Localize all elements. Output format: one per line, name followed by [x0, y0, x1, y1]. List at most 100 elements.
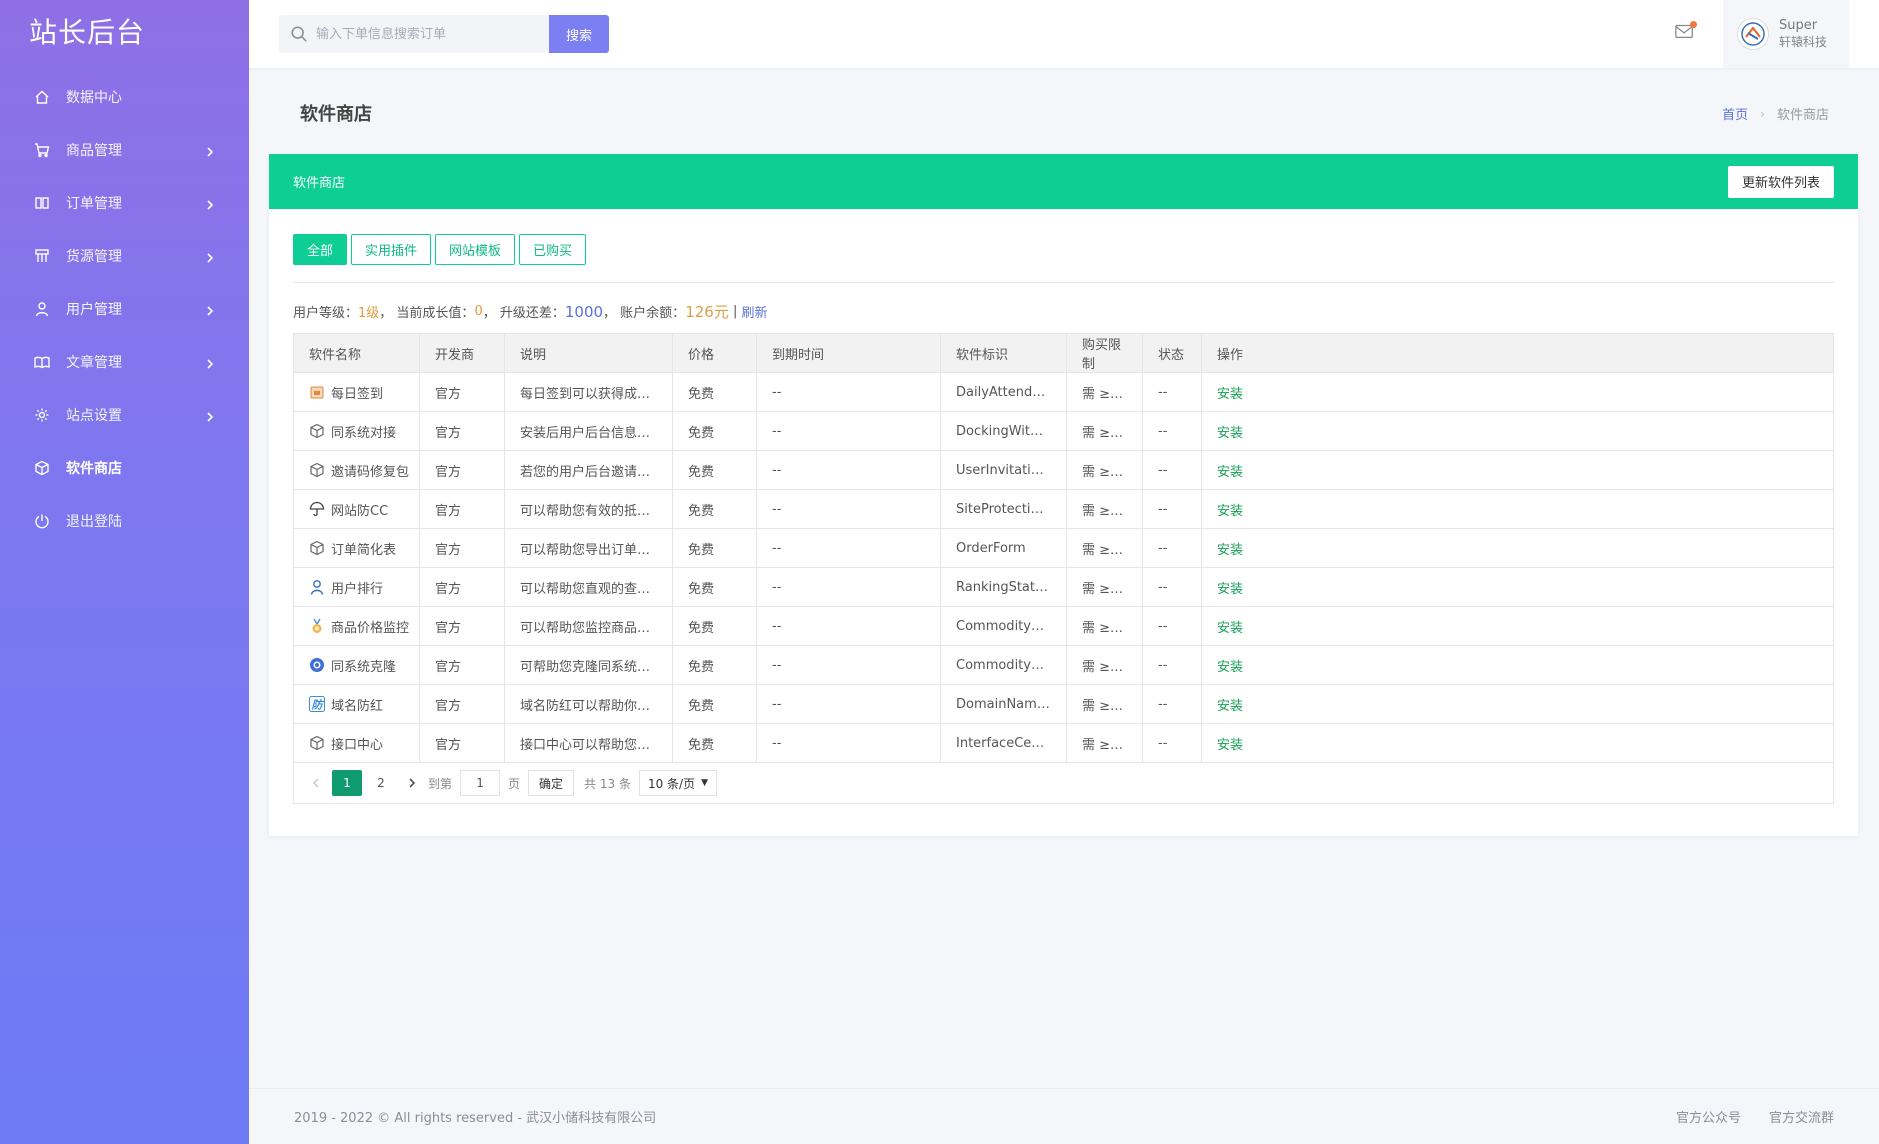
cell-dev: 官方: [419, 684, 505, 724]
cell-price: 免费: [672, 606, 757, 646]
cell-status: --: [1142, 606, 1202, 646]
sidebar-item-6[interactable]: 文章管理: [0, 335, 249, 388]
cell-expire: --: [756, 645, 941, 685]
cell-expire: --: [756, 723, 941, 763]
cell-expire: --: [756, 684, 941, 724]
sidebar-item-label: 站点设置: [66, 407, 122, 424]
cell-price: 免费: [672, 528, 757, 568]
search-button[interactable]: 搜索: [549, 15, 609, 53]
install-link[interactable]: 安装: [1217, 426, 1243, 441]
table-row: 订单简化表 官方 可以帮助您导出订单，打... 免费 -- OrderForm 需 ≥1 级…: [293, 528, 1834, 568]
cell-price: 免费: [672, 567, 757, 607]
software-name-cell: 每日签到: [293, 372, 420, 412]
cell-desc: 域名防红可以帮助你解决...: [504, 684, 673, 724]
balance-value: 126元: [685, 303, 729, 321]
install-link[interactable]: 安装: [1217, 504, 1243, 519]
action-cell: 安装: [1201, 684, 1834, 724]
cell-id: CommodityPrice...: [940, 606, 1067, 646]
tab-4[interactable]: 已购买: [519, 234, 587, 265]
cell-desc: 若您的用户后台邀请二维...: [504, 450, 673, 490]
table-row: 用户排行 官方 可以帮助您直观的查看用... 免费 -- RankingStatistic…: [293, 567, 1834, 607]
cell-desc: 接口中心可以帮助您根据...: [504, 723, 673, 763]
sidebar-item-9[interactable]: 退出登陆: [0, 494, 249, 547]
cell-limit: 需 ≥1 级: [1066, 450, 1143, 490]
tab-2[interactable]: 实用插件: [351, 234, 432, 265]
table-row: 接口中心 官方 接口中心可以帮助您根据... 免费 -- InterfaceCenter 需…: [293, 723, 1834, 763]
cell-desc: 可帮助您克隆同系统商品,...: [504, 645, 673, 685]
action-cell: 安装: [1201, 645, 1834, 685]
table-row: 每日签到 官方 每日签到可以获得成长值... 免费 -- DailyAttendance 需…: [293, 372, 1834, 412]
column-header: 软件标识: [940, 333, 1067, 373]
search-icon: [290, 25, 308, 43]
update-software-list-button[interactable]: 更新软件列表: [1727, 165, 1834, 198]
column-header: 软件名称: [293, 333, 420, 373]
software-name-cell: 接口中心: [293, 723, 420, 763]
install-link[interactable]: 安装: [1217, 543, 1243, 558]
sidebar-item-2[interactable]: 商品管理: [0, 123, 249, 176]
software-name: 同系统克隆: [331, 659, 397, 675]
install-link[interactable]: 安装: [1217, 660, 1243, 675]
software-name-cell: 网站防CC: [293, 489, 420, 529]
level-label: 用户等级：: [293, 306, 359, 321]
software-name: 同系统对接: [331, 425, 397, 441]
sidebar-item-4[interactable]: 货源管理: [0, 229, 249, 282]
cell-expire: --: [756, 411, 941, 451]
action-cell: 安装: [1201, 411, 1834, 451]
book-icon: [33, 194, 51, 212]
cell-limit: 需 ≥1 级: [1066, 606, 1143, 646]
tab-1[interactable]: 全部: [293, 234, 348, 265]
next-page-icon[interactable]: [404, 775, 420, 791]
tab-3[interactable]: 网站模板: [435, 234, 516, 265]
column-header: 价格: [672, 333, 757, 373]
install-link[interactable]: 安装: [1217, 621, 1243, 636]
top-header: 搜索 Super 轩辕科技: [249, 0, 1879, 68]
install-link[interactable]: 安装: [1217, 738, 1243, 753]
sidebar-item-8[interactable]: 软件商店: [0, 441, 249, 494]
software-name-cell: 同系统克隆: [293, 645, 420, 685]
cell-id: DockingWithSyst...: [940, 411, 1067, 451]
sidebar-item-3[interactable]: 订单管理: [0, 176, 249, 229]
table-row: 商品价格监控 官方 可以帮助您监控商品价格... 免费 -- CommodityPrice…: [293, 606, 1834, 646]
footer-link-2[interactable]: 官方交流群: [1769, 1107, 1834, 1126]
mail-icon[interactable]: [1675, 21, 1697, 44]
cell-expire: --: [756, 528, 941, 568]
cell-price: 免费: [672, 684, 757, 724]
clone-icon: [309, 657, 325, 673]
breadcrumb-home[interactable]: 首页: [1722, 104, 1748, 123]
goto-page-input[interactable]: [460, 770, 501, 796]
cell-id: DomainNameAg...: [940, 684, 1067, 724]
cell-dev: 官方: [419, 645, 505, 685]
install-link[interactable]: 安装: [1217, 582, 1243, 597]
page-number-1[interactable]: 1: [332, 770, 362, 796]
cube-icon: [309, 540, 325, 556]
per-page-select[interactable]: 10 条/页 ▼: [638, 770, 718, 796]
sidebar-item-7[interactable]: 站点设置: [0, 388, 249, 441]
copyright: 2019 - 2022 © All rights reserved - 武汉小储…: [294, 1111, 657, 1126]
user-info-line: 用户等级： 1级 ， 当前成长值： 0 ， 升级还差： 1000 ， 账户余额：…: [293, 301, 768, 322]
upgrade-label: ， 升级还差：: [482, 306, 565, 321]
cell-dev: 官方: [419, 606, 505, 646]
box-icon: [33, 459, 51, 477]
column-header: 状态: [1142, 333, 1202, 373]
cell-status: --: [1142, 411, 1202, 451]
cell-limit: 需 ≥1 级: [1066, 645, 1143, 685]
cell-status: --: [1142, 450, 1202, 490]
install-link[interactable]: 安装: [1217, 465, 1243, 480]
sidebar-item-1[interactable]: 数据中心: [0, 70, 249, 123]
user-menu[interactable]: Super 轩辕科技: [1723, 0, 1849, 68]
sidebar-item-label: 数据中心: [66, 89, 122, 106]
prev-page-icon[interactable]: [308, 775, 324, 791]
software-name: 接口中心: [331, 737, 384, 753]
cell-id: DailyAttendance: [940, 372, 1067, 412]
install-link[interactable]: 安装: [1217, 699, 1243, 714]
sidebar-item-5[interactable]: 用户管理: [0, 282, 249, 335]
column-header: 开发商: [419, 333, 505, 373]
user-org: 轩辕科技: [1779, 35, 1828, 49]
refresh-link[interactable]: 刷新: [741, 302, 767, 321]
search-input[interactable]: [316, 26, 536, 42]
install-link[interactable]: 安装: [1217, 387, 1243, 402]
goto-confirm-button[interactable]: 确定: [528, 770, 575, 796]
footer: 2019 - 2022 © All rights reserved - 武汉小储…: [249, 1088, 1879, 1144]
footer-link-1[interactable]: 官方公众号: [1676, 1107, 1741, 1126]
page-number-2[interactable]: 2: [366, 770, 396, 796]
